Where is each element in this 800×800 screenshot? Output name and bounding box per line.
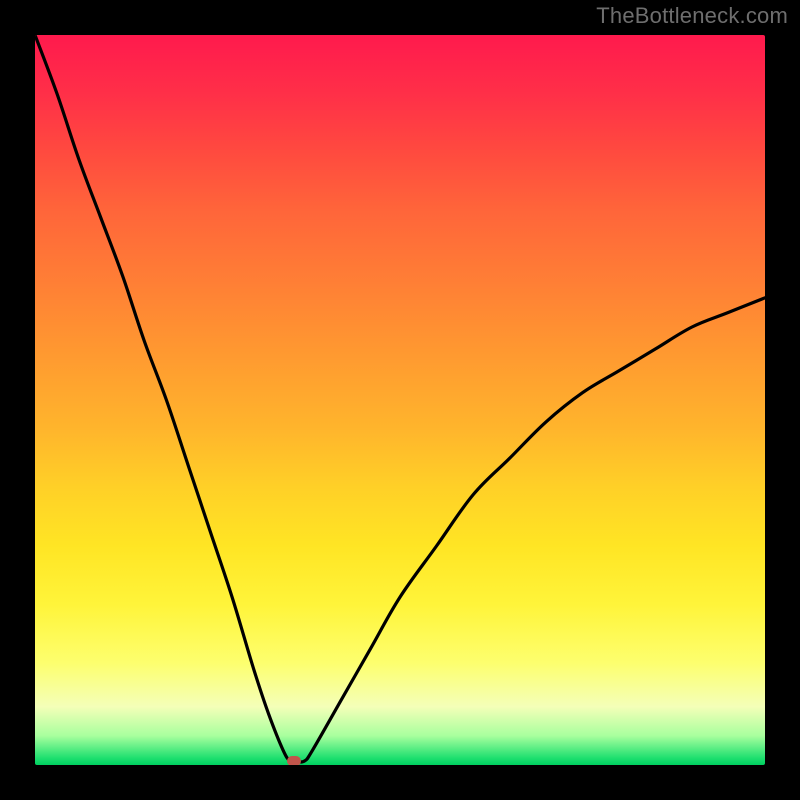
watermark-text: TheBottleneck.com [596,3,788,29]
bottleneck-curve-path [35,35,765,763]
optimal-point-marker [287,756,301,765]
plot-area [35,35,765,765]
chart-stage: TheBottleneck.com [0,0,800,800]
curve-layer [35,35,765,765]
